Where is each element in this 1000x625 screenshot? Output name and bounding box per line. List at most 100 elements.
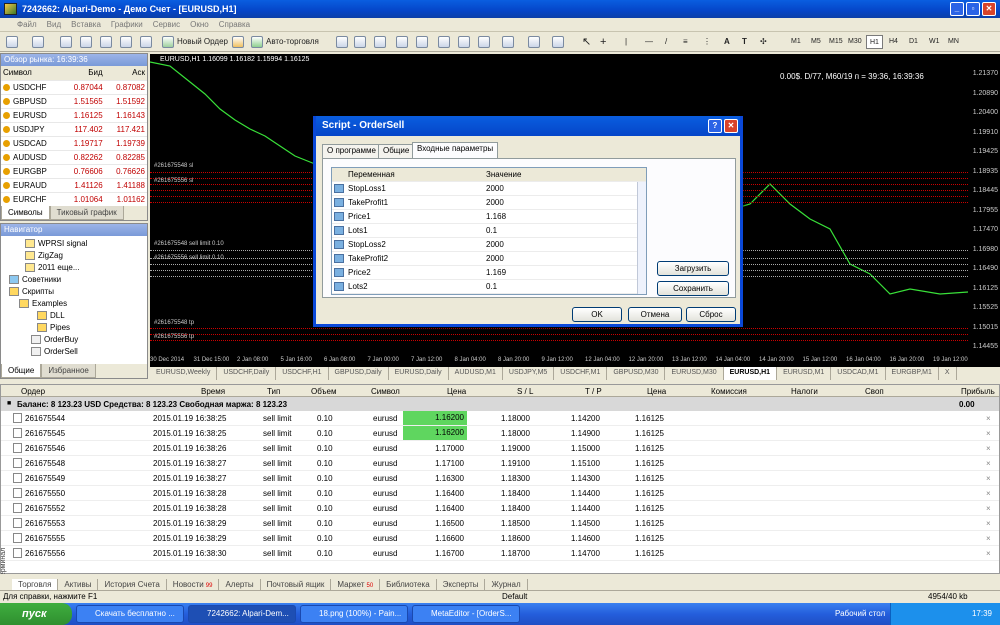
param-row[interactable]: StopLoss1 2000 <box>332 182 646 196</box>
terminal-col[interactable]: Ордер <box>21 387 45 396</box>
zoom-out-icon[interactable] <box>416 36 428 48</box>
chart-tab[interactable]: EURUSD,M1 <box>777 367 832 380</box>
menu-charts[interactable]: Графики <box>106 18 148 31</box>
param-value[interactable]: 2000 <box>486 184 504 193</box>
channel-icon[interactable]: ≡ <box>683 35 688 49</box>
order-row[interactable]: 261675548 2015.01.19 16:38:27 sell limit 0.… <box>1 456 999 471</box>
terminal-col[interactable]: Объем <box>311 387 337 396</box>
horizontal-line-icon[interactable]: — <box>645 35 653 49</box>
help-icon[interactable]: ? <box>708 119 722 133</box>
nav-item[interactable]: OrderSell <box>1 346 147 358</box>
chart-tab[interactable]: EURUSD,H1 <box>723 367 778 380</box>
market-watch-row[interactable]: GBPUSD 1.51565 1.51592 <box>1 94 147 109</box>
vertical-line-icon[interactable]: | <box>625 35 627 49</box>
terminal-col[interactable]: Налоги <box>791 387 818 396</box>
chart-tab[interactable]: EURGBP,M1 <box>886 367 939 380</box>
nav-item[interactable]: OrderBuy <box>1 334 147 346</box>
order-row[interactable]: 261675553 2015.01.19 16:38:29 sell limit 0.… <box>1 516 999 531</box>
menu-tools[interactable]: Сервис <box>148 18 185 31</box>
param-value[interactable]: 2000 <box>486 254 504 263</box>
param-row[interactable]: Price2 1.169 <box>332 266 646 280</box>
maximize-button[interactable]: ▫ <box>966 2 980 16</box>
task-metaeditor[interactable]: MetaEditor - [OrderS... <box>412 605 520 623</box>
col-symbol[interactable]: Символ <box>1 66 63 81</box>
menu-file[interactable]: Файл <box>12 18 42 31</box>
new-order-button[interactable]: Новый Ордер <box>177 35 228 49</box>
cancel-button[interactable]: Отмена <box>628 307 682 322</box>
menu-help[interactable]: Справка <box>214 18 255 31</box>
close-order-icon[interactable]: × <box>986 519 991 528</box>
market-watch-row[interactable]: USDJPY 117.402 117.421 <box>1 122 147 137</box>
param-value[interactable]: 0.1 <box>486 226 497 235</box>
desktop-label[interactable]: Рабочий стол <box>835 609 885 618</box>
tab-general[interactable]: Общие <box>378 144 415 158</box>
autotrading-button[interactable]: Авто-торговля <box>266 35 319 49</box>
param-value[interactable]: 2000 <box>486 240 504 249</box>
nav-item[interactable]: Советники <box>1 274 147 286</box>
tile-icon[interactable] <box>438 36 450 48</box>
trendline-icon[interactable]: / <box>665 35 667 49</box>
param-row[interactable]: Price1 1.168 <box>332 210 646 224</box>
param-row[interactable]: TakeProfit1 2000 <box>332 196 646 210</box>
templates-icon[interactable] <box>552 36 564 48</box>
zoom-in-icon[interactable] <box>396 36 408 48</box>
task-browser[interactable]: Скачать бесплатно ... <box>76 605 184 623</box>
param-row[interactable]: TakeProfit2 2000 <box>332 252 646 266</box>
close-order-icon[interactable]: × <box>986 444 991 453</box>
terminal-col[interactable]: Комиссия <box>711 387 747 396</box>
load-button[interactable]: Загрузить <box>657 261 729 276</box>
tf-m5[interactable]: M5 <box>808 35 824 49</box>
params-scrollbar[interactable] <box>637 182 646 294</box>
terminal-col[interactable]: Своп <box>865 387 884 396</box>
menu-insert[interactable]: Вставка <box>66 18 106 31</box>
param-row[interactable]: StopLoss2 2000 <box>332 238 646 252</box>
metaeditor-icon[interactable] <box>232 36 244 48</box>
param-value[interactable]: 0.1 <box>486 282 497 291</box>
col-ask[interactable]: Аск <box>104 66 147 81</box>
market-watch-row[interactable]: EURAUD 1.41126 1.41188 <box>1 178 147 193</box>
order-row[interactable]: 261675545 2015.01.19 16:38:25 sell limit 0.… <box>1 426 999 441</box>
terminal-col[interactable]: Прибыль <box>961 387 995 396</box>
tf-m15[interactable]: M15 <box>826 35 846 49</box>
arrows-icon[interactable]: ✣ <box>760 35 767 49</box>
order-row[interactable]: 261675556 2015.01.19 16:38:30 sell limit 0.… <box>1 546 999 561</box>
terminal-col[interactable]: Символ <box>371 387 400 396</box>
ok-button[interactable]: OK <box>572 307 622 322</box>
market-watch-row[interactable]: EURGBP 0.76606 0.76626 <box>1 164 147 179</box>
market-watch-row[interactable]: AUDUSD 0.82262 0.82285 <box>1 150 147 165</box>
nav-item[interactable]: Скрипты <box>1 286 147 298</box>
market-watch-row[interactable]: EURUSD 1.16125 1.16143 <box>1 108 147 123</box>
order-row[interactable]: 261675549 2015.01.19 16:38:27 sell limit 0.… <box>1 471 999 486</box>
text-icon[interactable]: A <box>724 35 730 49</box>
tab-symbols[interactable]: Символы <box>1 206 50 220</box>
tab-favorites[interactable]: Избранное <box>41 364 96 378</box>
nav-item[interactable]: 2011 еще... <box>1 262 147 274</box>
chart-tab[interactable]: GBPUSD,M30 <box>607 367 666 380</box>
minimize-button[interactable]: _ <box>950 2 964 16</box>
tf-h4[interactable]: H4 <box>886 35 901 49</box>
chart-shift-icon[interactable] <box>478 36 490 48</box>
close-order-icon[interactable]: × <box>986 489 991 498</box>
line-chart-icon[interactable] <box>374 36 386 48</box>
crosshair-icon[interactable]: + <box>600 35 606 49</box>
menu-window[interactable]: Окно <box>185 18 214 31</box>
terminal-col[interactable]: S / L <box>517 387 533 396</box>
market-watch-row[interactable]: USDCHF 0.87044 0.87082 <box>1 80 147 95</box>
tab-about[interactable]: О программе <box>322 144 381 158</box>
nav-item[interactable]: WPRSI signal <box>1 238 147 250</box>
menu-view[interactable]: Вид <box>42 18 66 31</box>
indicators-icon[interactable] <box>502 36 514 48</box>
terminal-col[interactable]: Время <box>201 387 225 396</box>
save-params-button[interactable]: Сохранить <box>657 281 729 296</box>
close-order-icon[interactable]: × <box>986 549 991 558</box>
tab-inputs[interactable]: Входные параметры <box>412 142 499 159</box>
chart-tab[interactable]: EURUSD,M30 <box>665 367 724 380</box>
tf-h1[interactable]: H1 <box>866 35 883 49</box>
terminal-col[interactable]: Цена <box>647 387 666 396</box>
param-value[interactable]: 1.169 <box>486 268 506 277</box>
nav-item[interactable]: Examples <box>1 298 147 310</box>
nav-item[interactable]: ZigZag <box>1 250 147 262</box>
terminal-col[interactable]: Цена <box>447 387 466 396</box>
close-order-icon[interactable]: × <box>986 429 991 438</box>
terminal-col[interactable]: Тип <box>267 387 280 396</box>
